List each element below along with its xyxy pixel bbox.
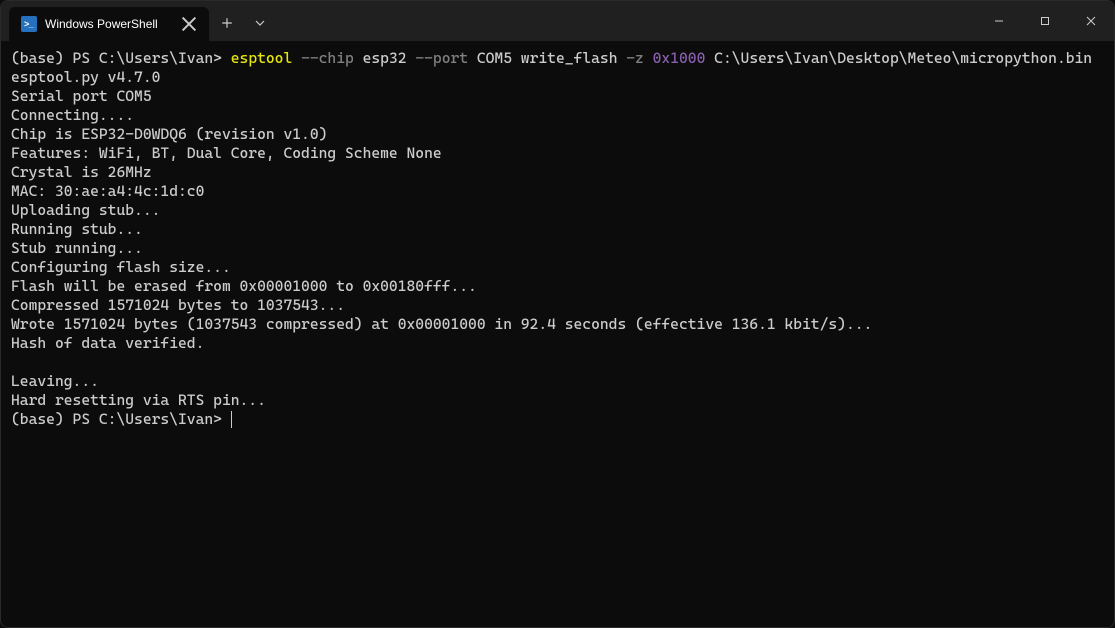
output-line: esptool.py v4.7.0 xyxy=(11,68,160,86)
terminal-window: >_ Windows PowerShell (base xyxy=(0,0,1115,628)
cmd-tool: esptool xyxy=(231,49,293,67)
cmd-flag-z: -z xyxy=(626,49,644,67)
prompt-prefix: (base) PS C:\Users\Ivan> xyxy=(11,49,231,67)
tab-strip: >_ Windows PowerShell xyxy=(1,1,209,41)
maximize-icon xyxy=(1040,16,1050,26)
output-line: Crystal is 26MHz xyxy=(11,163,152,181)
output-line: Wrote 1571024 bytes (1037543 compressed)… xyxy=(11,315,872,333)
chevron-down-icon xyxy=(255,20,265,26)
output-line: Uploading stub... xyxy=(11,201,160,219)
close-icon xyxy=(1086,16,1096,26)
output-line: Serial port COM5 xyxy=(11,87,152,105)
tab-dropdown-button[interactable] xyxy=(245,5,275,41)
tab-powershell[interactable]: >_ Windows PowerShell xyxy=(9,7,209,41)
cmd-address: 0x1000 xyxy=(653,49,706,67)
plus-icon xyxy=(221,17,233,29)
final-prompt: (base) PS C:\Users\Ivan> xyxy=(11,410,231,428)
close-window-button[interactable] xyxy=(1068,1,1114,41)
output-line: MAC: 30:ae:a4:4c:1d:c0 xyxy=(11,182,204,200)
output-line: Configuring flash size... xyxy=(11,258,231,276)
output-line: Hash of data verified. xyxy=(11,334,204,352)
close-icon xyxy=(181,16,197,32)
titlebar[interactable]: >_ Windows PowerShell xyxy=(1,1,1114,41)
cmd-flag-chip: --chip xyxy=(301,49,354,67)
output-line: Flash will be erased from 0x00001000 to … xyxy=(11,277,477,295)
tab-label: Windows PowerShell xyxy=(45,17,173,31)
minimize-icon xyxy=(994,16,1004,26)
minimize-button[interactable] xyxy=(976,1,1022,41)
titlebar-drag-area[interactable] xyxy=(275,1,976,41)
output-line: Leaving... xyxy=(11,372,99,390)
output-line: Connecting.... xyxy=(11,106,134,124)
output-line: Running stub... xyxy=(11,220,143,238)
output-line: Hard resetting via RTS pin... xyxy=(11,391,266,409)
output-line: Chip is ESP32-D0WDQ6 (revision v1.0) xyxy=(11,125,327,143)
powershell-icon: >_ xyxy=(21,16,37,32)
output-line: Features: WiFi, BT, Dual Core, Coding Sc… xyxy=(11,144,442,162)
terminal-content[interactable]: (base) PS C:\Users\Ivan> esptool --chip … xyxy=(1,41,1114,627)
output-line: Compressed 1571024 bytes to 1037543... xyxy=(11,296,345,314)
cursor xyxy=(231,411,232,428)
maximize-button[interactable] xyxy=(1022,1,1068,41)
cmd-flag-port: --port xyxy=(415,49,468,67)
output-line: Stub running... xyxy=(11,239,143,257)
new-tab-button[interactable] xyxy=(209,5,245,41)
window-controls xyxy=(976,1,1114,41)
tab-close-button[interactable] xyxy=(181,16,197,32)
